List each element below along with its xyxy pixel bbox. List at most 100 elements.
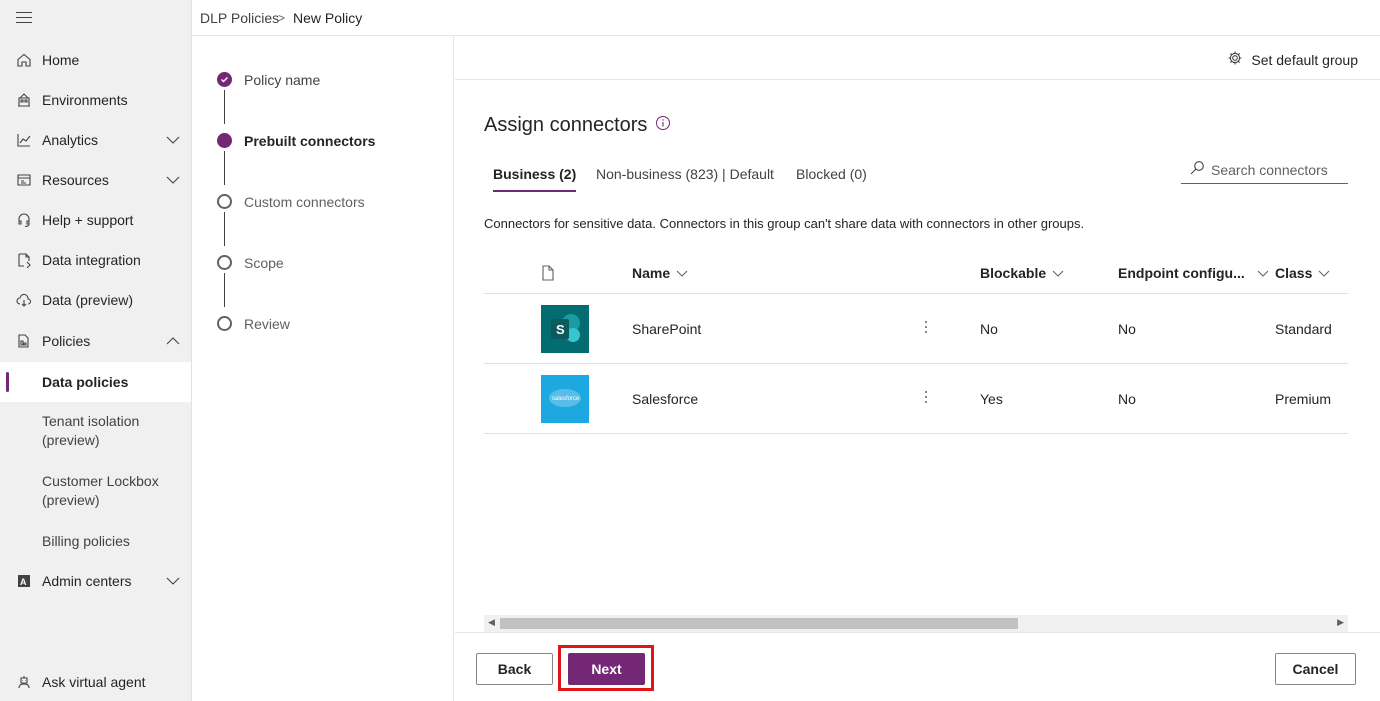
connector-name[interactable]: SharePoint <box>632 321 701 337</box>
nav-sub-customer-lockbox[interactable]: Customer Lockbox (preview) <box>0 472 175 510</box>
tab-non-business[interactable]: Non-business (823) | Default <box>596 166 774 182</box>
wizard-footer: Back Next Cancel <box>455 632 1380 701</box>
svg-text:salesforce: salesforce <box>552 396 580 402</box>
class-value: Standard <box>1275 321 1332 337</box>
admin-centers-icon: A <box>16 573 32 589</box>
resources-icon <box>16 172 32 188</box>
nav-item-resources[interactable]: Resources <box>0 160 191 200</box>
more-options-icon[interactable] <box>924 320 928 334</box>
policies-icon <box>16 333 32 349</box>
gear-icon <box>1227 50 1243 69</box>
step-policy-name[interactable]: Policy name <box>192 68 454 92</box>
tab-blocked[interactable]: Blocked (0) <box>796 166 867 182</box>
step-label: Custom connectors <box>244 194 365 210</box>
column-header-class[interactable]: Class <box>1275 265 1330 281</box>
connector-name[interactable]: Salesforce <box>632 391 698 407</box>
step-pending-icon <box>217 316 232 331</box>
nav-item-admin-centers[interactable]: A Admin centers <box>0 561 191 601</box>
step-current-icon <box>217 133 232 148</box>
step-done-icon <box>217 72 232 87</box>
breadcrumb: DLP Policies > New Policy <box>192 0 1380 36</box>
step-label: Scope <box>244 255 284 271</box>
nav-item-label: Data integration <box>42 252 141 268</box>
step-connector-line <box>224 273 225 307</box>
step-pending-icon <box>217 194 232 209</box>
search-icon <box>1189 160 1205 179</box>
step-review[interactable]: Review <box>192 312 454 336</box>
breadcrumb-link-dlp-policies[interactable]: DLP Policies <box>200 10 279 26</box>
tab-business[interactable]: Business (2) <box>493 166 577 192</box>
grid-header: Name Blockable Endpoint configu... Class <box>484 253 1348 294</box>
salesforce-logo-icon: salesforce <box>541 375 589 423</box>
breadcrumb-current: New Policy <box>293 10 363 26</box>
scroll-left-arrow-icon[interactable]: ◀ <box>488 617 495 628</box>
chevron-down-icon[interactable] <box>165 132 181 148</box>
chevron-down-icon <box>1319 270 1330 277</box>
main-content: Set default group Assign connectors Busi… <box>455 36 1380 701</box>
headset-icon <box>16 212 32 228</box>
nav-item-policies[interactable]: Policies <box>0 321 191 361</box>
back-button[interactable]: Back <box>476 653 553 685</box>
chevron-down-icon <box>1052 270 1064 277</box>
set-default-group-button[interactable]: Set default group <box>1227 50 1358 69</box>
nav-item-ask-virtual-agent[interactable]: Ask virtual agent <box>0 662 191 701</box>
group-description: Connectors for sensitive data. Connector… <box>484 216 1085 231</box>
step-prebuilt-connectors[interactable]: Prebuilt connectors <box>192 129 454 153</box>
column-header-endpoint[interactable]: Endpoint configu... <box>1118 265 1269 281</box>
nav-sub-billing-policies[interactable]: Billing policies <box>0 532 191 551</box>
chevron-up-icon[interactable] <box>165 333 181 349</box>
nav-item-data-preview[interactable]: Data (preview) <box>0 280 191 320</box>
table-row[interactable]: salesforce Salesforce Yes No Premium <box>484 364 1348 434</box>
table-row[interactable]: S SharePoint No No Standard <box>484 294 1348 364</box>
column-header-blockable[interactable]: Blockable <box>980 265 1064 281</box>
nav-item-environments[interactable]: Environments <box>0 80 191 120</box>
info-icon[interactable] <box>655 114 671 137</box>
left-navigation: Home Environments Analytics Resources He… <box>0 0 192 701</box>
sharepoint-logo-icon: S <box>541 305 589 353</box>
column-header-name[interactable]: Name <box>632 265 688 281</box>
nav-sub-label: Billing policies <box>42 533 130 549</box>
search-connectors-input[interactable]: Search connectors <box>1181 156 1348 184</box>
wizard-steps: Policy name Prebuilt connectors Custom c… <box>192 36 454 701</box>
column-header-label: Endpoint configu... <box>1118 265 1245 281</box>
chevron-down-icon[interactable] <box>165 172 181 188</box>
nav-sub-label: Data policies <box>42 373 129 390</box>
hamburger-menu-icon[interactable] <box>16 12 32 28</box>
svg-text:S: S <box>556 322 565 337</box>
step-scope[interactable]: Scope <box>192 251 454 275</box>
step-connector-line <box>224 212 225 246</box>
nav-sub-label: Customer Lockbox (preview) <box>42 473 159 508</box>
step-label: Prebuilt connectors <box>244 133 376 149</box>
cloud-data-icon <box>16 292 32 308</box>
virtual-agent-icon <box>16 674 32 690</box>
chevron-down-icon[interactable] <box>165 573 181 589</box>
set-default-group-label: Set default group <box>1251 51 1358 68</box>
nav-sub-label: Tenant isolation (preview) <box>42 413 140 448</box>
nav-item-label: Environments <box>42 92 128 108</box>
nav-sub-tenant-isolation[interactable]: Tenant isolation (preview) <box>0 412 160 450</box>
search-placeholder: Search connectors <box>1211 161 1328 178</box>
scroll-right-arrow-icon[interactable]: ▶ <box>1337 617 1344 628</box>
nav-item-label: Data (preview) <box>42 292 134 308</box>
command-bar: Set default group <box>455 36 1380 80</box>
nav-item-label: Ask virtual agent <box>42 674 146 690</box>
more-options-icon[interactable] <box>924 390 928 404</box>
data-integration-icon <box>16 252 32 268</box>
next-button[interactable]: Next <box>568 653 645 685</box>
nav-item-home[interactable]: Home <box>0 40 191 80</box>
nav-item-label: Resources <box>42 172 109 188</box>
nav-item-analytics[interactable]: Analytics <box>0 120 191 160</box>
scrollbar-thumb[interactable] <box>500 618 1018 629</box>
step-custom-connectors[interactable]: Custom connectors <box>192 190 454 214</box>
page-title: Assign connectors <box>484 114 671 137</box>
breadcrumb-separator: > <box>278 11 286 25</box>
nav-item-data-integration[interactable]: Data integration <box>0 240 191 280</box>
nav-item-label: Analytics <box>42 132 99 148</box>
nav-item-help-support[interactable]: Help + support <box>0 200 191 240</box>
nav-sub-data-policies[interactable]: Data policies <box>0 362 191 402</box>
horizontal-scrollbar[interactable]: ◀ ▶ <box>484 615 1348 632</box>
step-connector-line <box>224 90 225 124</box>
cancel-button[interactable]: Cancel <box>1275 653 1356 685</box>
app-root: Home Environments Analytics Resources He… <box>0 0 1380 701</box>
svg-text:A: A <box>20 577 27 587</box>
